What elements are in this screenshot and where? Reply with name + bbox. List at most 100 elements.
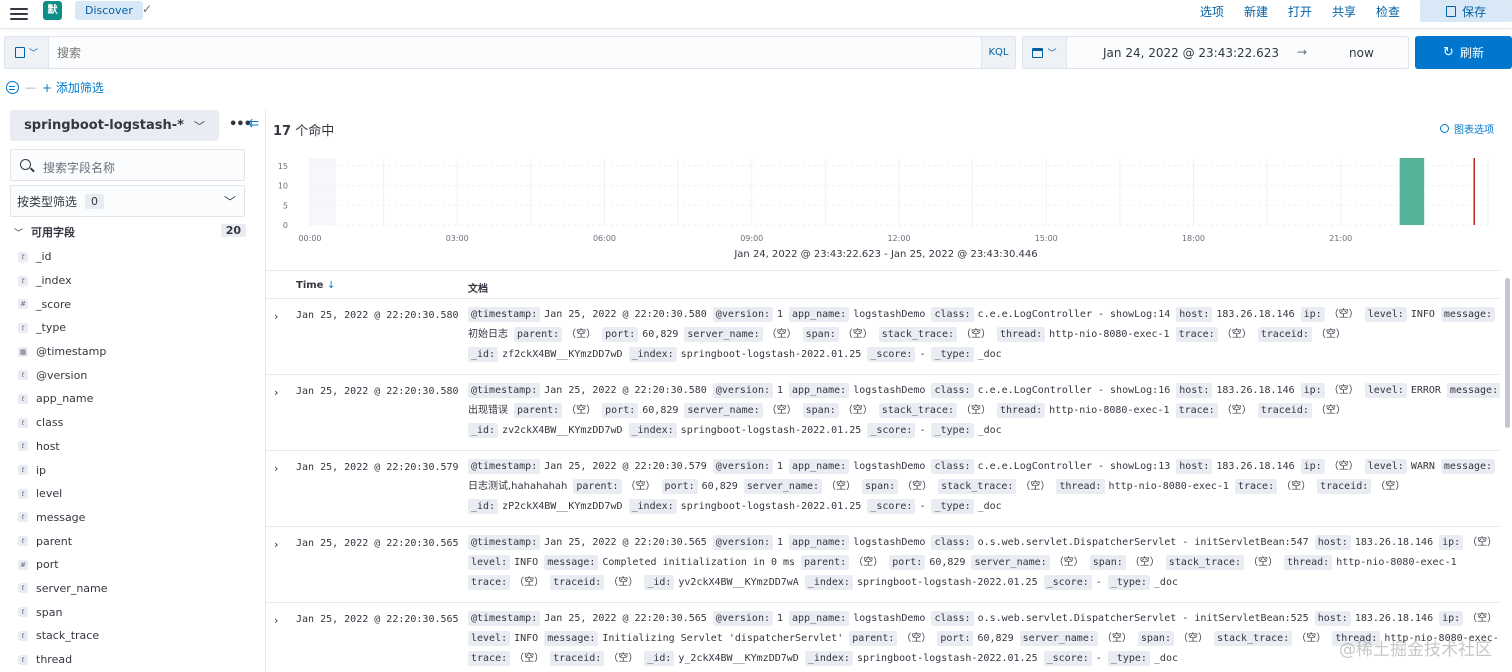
field-key: span: (1137, 631, 1174, 646)
field-key: class: (931, 611, 974, 626)
field-item[interactable]: t app_name (18, 387, 248, 411)
chevron-right-icon[interactable]: › (274, 614, 278, 627)
filter-icon[interactable] (6, 80, 19, 94)
string-type-icon: t (18, 654, 28, 665)
field-item[interactable]: # _score (18, 292, 248, 316)
kql-button[interactable]: KQL (981, 37, 1015, 68)
field-value: 183.26.18.146 (1216, 309, 1295, 320)
column-time-label: Time (296, 280, 324, 291)
collapse-sidebar-icon[interactable]: ⇇ (249, 116, 259, 130)
field-key: app_name: (789, 611, 850, 626)
save-label: 保存 (1461, 4, 1486, 19)
document-line: level: INFO message: Completed initializati… (468, 553, 1498, 573)
nav-open[interactable]: 打开 (1288, 3, 1312, 20)
field-value: （空） (766, 405, 797, 416)
field-value: 183.26.18.146 (1216, 385, 1295, 396)
field-item[interactable]: t parent (18, 529, 248, 553)
add-filter-link[interactable]: + 添加筛选 (42, 79, 104, 96)
field-key: @timestamp: (468, 383, 541, 398)
histogram-chart[interactable]: 0 5 10 15 00:00 03:00 06:00 09:00 12:00 15:00 18:0… (266, 150, 1506, 248)
field-key: traceid: (1257, 327, 1312, 342)
nav-new[interactable]: 新建 (1244, 3, 1268, 20)
field-name: server_name (36, 581, 108, 595)
refresh-button[interactable]: ↻ 刷新 (1415, 36, 1512, 69)
field-item[interactable]: t class (18, 411, 248, 435)
field-item[interactable]: t _index (18, 269, 248, 293)
space-avatar[interactable]: 默 (43, 1, 62, 20)
field-value: （空） (902, 481, 933, 492)
field-value: INFO (514, 557, 539, 568)
search-input[interactable] (57, 46, 957, 60)
chevron-right-icon[interactable]: › (274, 386, 278, 399)
x-tick-label: 15:00 (1035, 234, 1058, 243)
document-line: @timestamp: Jan 25, 2022 @ 22:20:30.565 @v… (468, 533, 1498, 553)
field-key: host: (1176, 459, 1213, 474)
saved-query-button[interactable]: ﹀ (5, 37, 49, 68)
end-date[interactable]: now (1349, 46, 1374, 60)
field-item[interactable]: t message (18, 506, 248, 530)
nav-share[interactable]: 共享 (1332, 3, 1356, 20)
field-value: 183.26.18.146 (1354, 613, 1434, 624)
nav-options[interactable]: 选项 (1200, 3, 1224, 20)
calendar-icon (1032, 47, 1044, 58)
more-options-icon[interactable]: ••• (229, 117, 252, 132)
field-item[interactable]: t _type (18, 316, 248, 340)
x-tick-label: 18:00 (1182, 234, 1205, 243)
field-item[interactable]: t host (18, 435, 248, 459)
field-key: span: (802, 403, 839, 418)
app-breadcrumb[interactable]: Discover (75, 1, 143, 20)
field-value: c.e.e.LogController - showLog:16 (977, 385, 1171, 396)
chart-options-button[interactable]: 图表选项 (1440, 121, 1494, 136)
menu-icon[interactable] (10, 6, 28, 22)
field-key: @version: (712, 535, 773, 550)
string-type-icon: t (18, 417, 28, 428)
field-item[interactable]: t thread (18, 648, 248, 672)
scrollbar[interactable] (1505, 278, 1510, 428)
document-line: @timestamp: Jan 25, 2022 @ 22:20:30.580 @v… (468, 305, 1498, 325)
field-search[interactable]: 搜索字段名称 (10, 149, 245, 181)
field-key: span: (862, 479, 899, 494)
field-key: port: (602, 403, 639, 418)
field-key: _id: (468, 423, 499, 438)
chevron-right-icon[interactable]: › (274, 538, 278, 551)
field-key: @version: (712, 307, 773, 322)
field-key: stack_trace: (878, 403, 957, 418)
field-value: Jan 25, 2022 @ 22:20:30.565 (544, 613, 707, 624)
field-value: 60,829 (701, 481, 738, 492)
field-value: （空） (514, 653, 545, 664)
string-type-icon: t (18, 441, 28, 452)
field-key: traceid: (1317, 479, 1372, 494)
table-row: › Jan 25, 2022 @ 22:20:30.565 @timestamp: J… (266, 603, 1500, 672)
chevron-down-icon: ﹀ (14, 228, 24, 239)
field-value: WARN (1410, 461, 1435, 472)
field-item[interactable]: t span (18, 600, 248, 624)
column-time[interactable]: Time ↓ (296, 280, 335, 291)
field-item[interactable]: t level (18, 482, 248, 506)
nav-inspect[interactable]: 检查 (1376, 3, 1400, 20)
chevron-right-icon[interactable]: › (274, 310, 278, 323)
field-value: 60,829 (977, 633, 1014, 644)
index-pattern-selector[interactable]: springboot-logstash-* ﹀ (10, 110, 219, 141)
quick-menu-button[interactable]: ﹀ (1023, 37, 1067, 68)
string-type-icon: t (18, 322, 28, 333)
available-fields-header[interactable]: ﹀ 可用字段 20 (14, 224, 246, 240)
field-name: level (36, 487, 63, 501)
row-timestamp: Jan 25, 2022 @ 22:20:30.579 (296, 462, 459, 473)
field-key: trace: (1234, 479, 1278, 494)
type-filter-button[interactable]: 按类型筛选 0 ﹀ (10, 185, 245, 217)
field-key: port: (937, 631, 974, 646)
field-value: （空） (608, 577, 639, 588)
field-value: （空） (608, 653, 639, 664)
field-item[interactable]: t _id (18, 245, 248, 269)
field-value: （空） (961, 329, 991, 340)
chevron-right-icon[interactable]: › (274, 462, 278, 475)
start-date[interactable]: Jan 24, 2022 @ 23:43:22.623 (1103, 46, 1279, 60)
field-value: springboot-logstash-2022.01.25 (680, 501, 862, 512)
field-item[interactable]: t ip (18, 458, 248, 482)
field-item[interactable]: t @version (18, 363, 248, 387)
field-item[interactable]: # port (18, 553, 248, 577)
field-item[interactable]: t stack_trace (18, 624, 248, 648)
field-item[interactable]: ▦ @timestamp (18, 340, 248, 364)
save-button[interactable]: 保存 (1420, 0, 1512, 22)
field-item[interactable]: t server_name (18, 577, 248, 601)
